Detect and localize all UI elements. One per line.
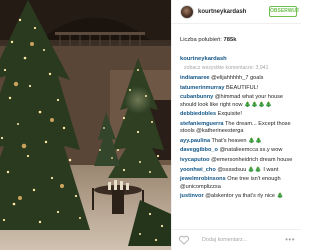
- comment-text: @ssssdsuu 🎄🎄 I want: [217, 166, 279, 173]
- comment-username[interactable]: stefaniemguerra: [180, 121, 224, 127]
- list-item: tatumerinmurray BEAUTIFUL!: [180, 85, 298, 92]
- comment-username[interactable]: daveggibbo_o: [180, 147, 218, 153]
- likes-count[interactable]: Liczba polubień: 785k: [180, 37, 236, 43]
- list-item: justinvor @alskentor ya that's rly nice …: [180, 193, 298, 200]
- comment-text: Exquisite!: [217, 111, 242, 118]
- more-options-icon[interactable]: •••: [285, 235, 295, 244]
- comment-username[interactable]: ayy.paulina: [180, 138, 210, 144]
- comment-username[interactable]: cubanbunny: [180, 94, 213, 100]
- follow-button[interactable]: OBSERWUJ: [269, 6, 299, 17]
- comment-username[interactable]: indiamaree: [180, 75, 210, 81]
- list-item: cubanbunny @himmad what your house shoul…: [180, 94, 298, 109]
- post-photo[interactable]: [0, 0, 171, 250]
- comment-username[interactable]: debbiedobles: [180, 111, 216, 117]
- comment-text: BEAUTIFUL!: [226, 84, 259, 91]
- comment-username[interactable]: justinvor: [180, 193, 204, 199]
- post-header: kourtneykardash OBSERWUJ: [172, 0, 301, 24]
- view-all-comments-link[interactable]: zobacz wszystkie komentarze: 3,941: [184, 65, 268, 71]
- comment-username[interactable]: tatumerinmurray: [180, 85, 224, 91]
- list-item: stefaniemguerra The dream... Except thos…: [180, 121, 298, 136]
- avatar[interactable]: [180, 5, 194, 19]
- likes-label: Liczba polubień:: [180, 37, 222, 43]
- comment-username[interactable]: jewelmrobinsons: [180, 176, 226, 182]
- caption-username[interactable]: kourtneykardash: [180, 56, 227, 62]
- list-item: jewelmrobinsons One tree isn't enough @u…: [180, 176, 298, 191]
- likes-number: 785k: [223, 37, 237, 43]
- post-actions-bar: Dodaj komentarz... •••: [172, 229, 301, 250]
- post-username[interactable]: kourtneykardash: [198, 9, 246, 15]
- comment-text: @alskentor ya that's rly nice 🎄: [205, 193, 284, 200]
- comments-list: indiamaree @elijahhhhh_7 goals tatumerin…: [180, 75, 298, 203]
- list-item: yoonhwi_cho @ssssdsuu 🎄🎄 I want: [180, 167, 298, 174]
- comment-text: That's heaven 🎄🎄: [211, 137, 262, 144]
- list-item: daveggibbo_o @natalieemcca ss.y wow: [180, 147, 298, 154]
- list-item: ivycaputoo @emersonheidrich dream house: [180, 157, 298, 164]
- list-item: debbiedobles Exquisite!: [180, 111, 298, 118]
- christmas-trees-photo: [0, 0, 171, 250]
- add-comment-input[interactable]: Dodaj komentarz...: [202, 237, 247, 243]
- post-details-panel: kourtneykardash OBSERWUJ Liczba polubień…: [171, 0, 301, 250]
- comment-username[interactable]: ivycaputoo: [180, 157, 210, 163]
- comment-text: @emersonheidrich dream house: [211, 156, 293, 163]
- list-item: indiamaree @elijahhhhh_7 goals: [180, 75, 298, 82]
- comment-text: @elijahhhhh_7 goals: [211, 75, 264, 81]
- list-item: ayy.paulina That's heaven 🎄🎄: [180, 138, 298, 145]
- comment-username[interactable]: yoonhwi_cho: [180, 167, 216, 173]
- heart-icon[interactable]: [179, 235, 189, 245]
- comment-text: @natalieemcca ss.y wow: [219, 147, 283, 154]
